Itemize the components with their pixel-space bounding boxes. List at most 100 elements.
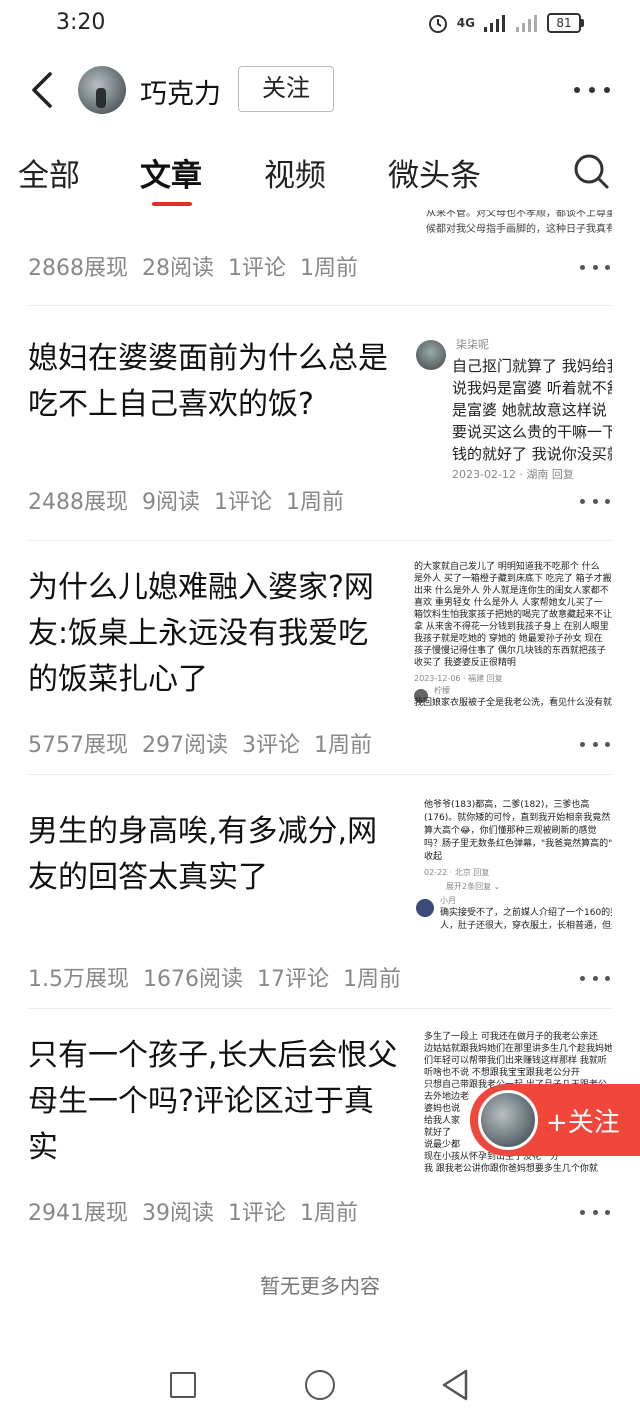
article-thumbnail: 的大家就自己发儿了 明明知道我不吃那个 什么 是外人 买了一箱橙子藏到床底下 吃…: [410, 561, 612, 711]
thumbnail-text: 候都对我父母指手画脚的，这种日子我真有点过不: [426, 224, 612, 235]
thumbnail-avatar: [416, 899, 434, 917]
tab-videos[interactable]: 视频: [264, 150, 326, 195]
thumbnail-text: 人，肚子还很大，穿衣服土，长相普通，但是挺: [440, 921, 612, 931]
article-more-button[interactable]: [580, 1207, 610, 1217]
article-more-button[interactable]: [580, 496, 610, 506]
thumbnail-text: 去外地边老: [424, 1092, 470, 1102]
floating-avatar: [478, 1090, 538, 1150]
status-time: 3:20: [56, 10, 106, 35]
article-title: 媳妇在婆婆面前为什么总是吃不上自己喜欢的饭?: [28, 341, 388, 422]
article-thumbnail: 从来不管。对父母也不孝顺，都谈不上尊重。有时 候都对我父母指手画脚的，这种日子我…: [410, 210, 612, 240]
read-count: 39阅读: [142, 1201, 214, 1226]
content-tabs: 全部 文章 视频 微头条: [0, 140, 640, 210]
tab-micro-posts[interactable]: 微头条: [388, 150, 481, 195]
battery-icon: 81: [547, 13, 584, 33]
view-count: 5757展现: [28, 733, 128, 758]
back-button[interactable]: [22, 68, 62, 112]
no-more-content-label: 暂无更多内容: [260, 1274, 380, 1298]
thumbnail-text: 自己抠门就算了 我妈给我儿: [452, 357, 612, 375]
article-item[interactable]: 媳妇在婆婆面前为什么总是吃不上自己喜欢的饭? 柒柒呢 自己抠门就算了 我妈给我儿…: [0, 306, 640, 540]
thumbnail-text: 孩子慢慢记得住事了 偶尔几块钱的东西就把孩子: [414, 646, 606, 656]
thumbnail-text: 听啥也不说 不想跟我宝宝跟我老公分开: [424, 1068, 580, 1078]
battery-level: 81: [547, 13, 581, 33]
thumbnail-username: 柠檬: [434, 686, 450, 695]
read-count: 1676阅读: [143, 967, 243, 992]
article-more-button[interactable]: [580, 262, 610, 272]
article-meta: 2488展现 9阅读 1评论 1周前: [28, 484, 358, 516]
system-nav-bar: [0, 1350, 640, 1422]
thumbnail-expand: 展开2条回复 ⌄: [446, 882, 501, 891]
view-count: 2488展现: [28, 490, 128, 515]
status-bar: 3:20 4G 81: [0, 0, 640, 48]
system-back-button[interactable]: [440, 1368, 470, 1402]
article-more-button[interactable]: [580, 739, 610, 749]
status-icons: 4G 81: [427, 12, 584, 34]
comment-count: 17评论: [257, 967, 329, 992]
triangle-back-icon: [442, 1369, 468, 1401]
thumbnail-text: 要说买这么贵的干嘛一下又要: [452, 423, 612, 441]
thumbnail-text: 说我妈是富婆 听着就不舒服: [452, 379, 612, 397]
thumbnail-text: 是外人 买了一箱橙子藏到床底下 吃完了 箱子才搬: [414, 574, 612, 584]
thumbnail-text: 从来不管。对父母也不孝顺，都谈不上尊重。有时: [426, 210, 612, 219]
more-dots-icon: [574, 87, 580, 93]
signal-icon: [484, 15, 505, 32]
thumbnail-username: 小月: [440, 896, 456, 905]
more-options-button[interactable]: [574, 78, 610, 102]
article-title: 男生的身高唉,有多减分,网友的回答太真实了: [28, 814, 378, 895]
thumbnail-text: 我回娘家衣服被子全是我老公洗，看见什么没有就: [414, 698, 612, 708]
article-meta: 5757展现 297阅读 3评论 1周前: [28, 727, 386, 759]
thumbnail-text: 多生了一段上 可我还在做月子的我老公亲还: [424, 1032, 598, 1042]
thumbnail-username: 柒柒呢: [456, 338, 489, 351]
thumbnail-text: 我 跟我老公讲你跟你爸妈想要多生几个你就: [424, 1164, 598, 1174]
thumbnail-text: 确实接受不了，之前媒人介绍了一个160的男: [440, 908, 612, 918]
article-meta: 1.5万展现 1676阅读 17评论 1周前: [28, 961, 415, 993]
thumbnail-text: 给我人家: [424, 1116, 461, 1126]
recents-button[interactable]: [170, 1372, 196, 1398]
network-label: 4G: [456, 16, 475, 30]
read-count: 28阅读: [142, 256, 214, 281]
thumbnail-text: 他爷爷(183)都高，二爹(182)，三爹也高: [424, 800, 590, 810]
thumbnail-text: (176)。就你矮的可怜，直到我开始相亲我竟然: [424, 813, 611, 823]
thumbnail-text: 拿 从来舍不得花一分钱到我孩子身上 在别人眼里: [414, 622, 609, 632]
comment-count: 1评论: [214, 490, 272, 515]
author-avatar[interactable]: [78, 66, 126, 114]
comment-count: 1评论: [228, 256, 286, 281]
floating-follow-button[interactable]: +关注: [470, 1084, 640, 1156]
back-arrow-icon: [32, 72, 52, 108]
view-count: 2868展现: [28, 256, 128, 281]
search-button[interactable]: [572, 152, 610, 190]
author-name[interactable]: 巧克力: [140, 72, 221, 111]
article-title: 只有一个孩子,长大后会恨父母生一个吗?评论区过于真实: [28, 1038, 398, 1165]
comment-count: 3评论: [242, 733, 300, 758]
tab-all[interactable]: 全部: [18, 150, 80, 195]
article-thumbnail: 柒柒呢 自己抠门就算了 我妈给我儿 说我妈是富婆 听着就不舒服 是富婆 她就故意…: [410, 332, 612, 482]
thumbnail-text: 喜欢 重男轻女 什么是外人 人家帮她女儿买了一: [414, 598, 603, 608]
article-item[interactable]: 男生的身高唉,有多减分,网友的回答太真实了 他爷爷(183)都高，二爹(182)…: [0, 775, 640, 1009]
thumbnail-avatar: [416, 340, 446, 370]
thumbnail-footer: 02-22 · 北京 回复: [424, 868, 490, 877]
publish-time: 1周前: [343, 967, 401, 992]
thumbnail-text: 的大家就自己发儿了 明明知道我不吃那个 什么: [414, 562, 600, 572]
publish-time: 1周前: [300, 256, 358, 281]
view-count: 1.5万展现: [28, 967, 129, 992]
publish-time: 1周前: [314, 733, 372, 758]
publish-time: 1周前: [286, 490, 344, 515]
thumbnail-text: 钱的就好了 我说你没买就给: [452, 445, 612, 463]
comment-count: 1评论: [228, 1201, 286, 1226]
article-title: 为什么儿媳难融入婆家?网友:饭桌上永远没有我爱吃的饭菜扎心了: [28, 570, 374, 697]
thumbnail-text: 说最少都: [424, 1140, 461, 1150]
thumbnail-text: 是富婆 她就故意这样说 我给: [452, 401, 612, 419]
home-button[interactable]: [305, 1370, 335, 1400]
follow-button[interactable]: 关注: [238, 66, 334, 112]
thumbnail-text: 出来 什么是外人 外人就是连你生的闺女人家都不: [414, 586, 609, 596]
thumbnail-footer: 2023-12-06 · 福建 回复: [414, 674, 503, 683]
thumbnail-text: 收起: [424, 852, 443, 862]
article-item[interactable]: 为什么儿媳难融入婆家?网友:饭桌上永远没有我爱吃的饭菜扎心了 的大家就自己发儿了…: [0, 541, 640, 775]
alarm-icon: [428, 15, 447, 33]
article-thumbnail: 他爷爷(183)都高，二爹(182)，三爹也高 (176)。就你矮的可怜，直到我…: [410, 795, 612, 945]
thumbnail-text: 我孩子就是吃她的 穿她的 她最爱孙子孙女 现在: [414, 634, 603, 644]
article-item[interactable]: 从来不管。对父母也不孝顺，都谈不上尊重。有时 候都对我父母指手画脚的，这种日子我…: [0, 210, 640, 305]
tab-articles[interactable]: 文章: [140, 150, 202, 195]
read-count: 9阅读: [142, 490, 200, 515]
article-more-button[interactable]: [580, 973, 610, 983]
